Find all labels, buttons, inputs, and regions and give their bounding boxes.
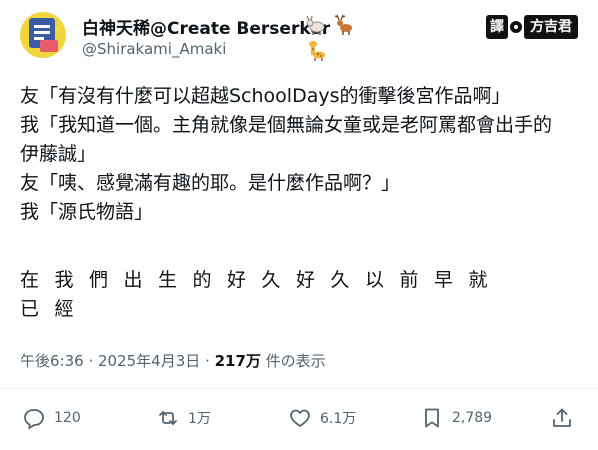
avatar[interactable] xyxy=(20,12,66,58)
deer-emoji xyxy=(334,14,353,35)
view-count: 217万 xyxy=(214,352,261,370)
post-header: 白神天稀@Create Berserker @Shirakami_Amaki 譯… xyxy=(0,0,598,70)
reply-count: 120 xyxy=(54,410,81,426)
post-spaced-line: 已經 xyxy=(20,298,90,320)
like-button[interactable]: 6.1万 xyxy=(288,406,356,430)
meta-separator: · xyxy=(200,352,215,370)
bookmark-count: 2,789 xyxy=(452,410,493,426)
like-count: 6.1万 xyxy=(320,411,357,427)
post-spaced-line: 在我們出生的好久好久以前早就 xyxy=(20,269,504,291)
post-date[interactable]: 2025年4月3日 xyxy=(98,352,200,370)
reply-button[interactable]: 120 xyxy=(22,406,81,430)
post-spaced-text: 在我們出生的好久好久以前早就 已經 xyxy=(20,266,580,324)
repost-button[interactable]: 1万 xyxy=(156,406,211,430)
view-count-label: 件の表示 xyxy=(260,352,326,370)
action-bar: 120 1万 6.1万 2,789 xyxy=(0,400,598,440)
avatar-tab-graphic xyxy=(40,40,58,52)
post-line: 友「有沒有什麼可以超越SchoolDays的衝擊後宮作品啊」 xyxy=(20,85,511,107)
meta-separator: · xyxy=(83,352,98,370)
name-emoji-row xyxy=(305,14,377,61)
translator-badge-left: 譯 xyxy=(486,15,508,39)
goat-emoji xyxy=(306,15,325,35)
gear-icon xyxy=(510,21,522,33)
repost-icon xyxy=(159,411,177,425)
translator-badge-right: 方吉君 xyxy=(524,15,578,39)
reply-icon xyxy=(24,409,44,430)
post-line: 我「我知道一個。主角就像是個無論女童或是老阿罵都會出手的 xyxy=(20,114,553,136)
share-icon xyxy=(553,408,571,427)
post-line: 友「咦、感覺滿有趣的耶。是什麼作品啊？」 xyxy=(20,172,401,194)
giraffe-emoji xyxy=(309,41,325,61)
post-meta: 午後6:36 · 2025年4月3日 · 217万 件の表示 xyxy=(20,350,326,371)
bookmark-button[interactable]: 2,789 xyxy=(420,406,492,430)
post-time[interactable]: 午後6:36 xyxy=(20,352,84,370)
translator-badge: 譯 方吉君 xyxy=(486,14,578,40)
post-line: 伊藤誠」 xyxy=(20,143,97,165)
bookmark-icon xyxy=(425,408,439,428)
post-line: 我「源氏物語」 xyxy=(20,201,154,223)
post-text: 友「有沒有什麼可以超越SchoolDays的衝擊後宮作品啊」 我「我知道一個。主… xyxy=(20,82,580,227)
display-name[interactable]: 白神天稀@Create Berserker xyxy=(82,14,330,39)
divider xyxy=(0,388,598,389)
share-button[interactable] xyxy=(550,406,582,430)
repost-count: 1万 xyxy=(188,411,211,427)
heart-icon xyxy=(290,409,310,428)
handle[interactable]: @Shirakami_Amaki xyxy=(82,40,226,58)
